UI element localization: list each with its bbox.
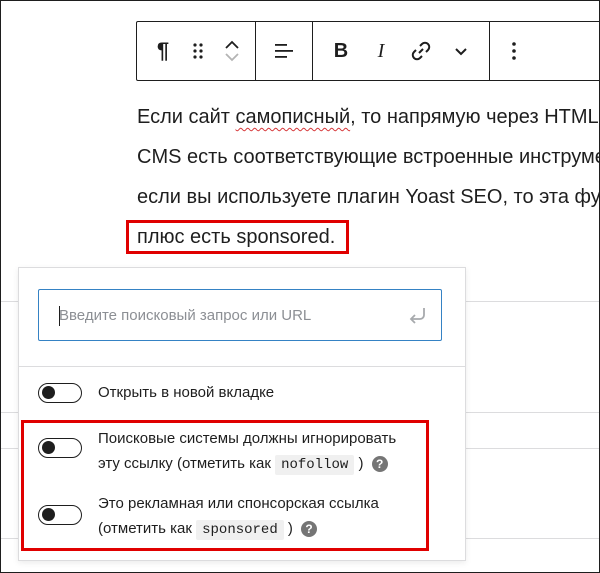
paragraph-text: , то напрямую через HTML. В	[350, 106, 600, 128]
move-down-icon[interactable]	[224, 51, 240, 63]
popover-divider	[19, 366, 465, 367]
paragraph-line-1: Если сайт самописный, то напрямую через …	[137, 97, 600, 137]
drag-handle-icon	[193, 43, 203, 59]
submit-link-button[interactable]	[405, 304, 431, 328]
chevron-down-icon	[455, 48, 467, 56]
editor-frame: ¶ B I Если сайт самописный, то напрямую …	[0, 0, 600, 573]
paragraph-block-button[interactable]: ¶	[143, 27, 183, 75]
block-toolbar: ¶ B I	[136, 21, 599, 81]
toolbar-group-options	[490, 22, 538, 80]
options-button[interactable]	[494, 27, 534, 75]
bold-icon: B	[333, 39, 349, 62]
italic-button[interactable]: I	[361, 27, 401, 75]
text-caret	[59, 306, 60, 326]
toolbar-group-format: B I	[313, 22, 490, 80]
move-buttons	[213, 27, 251, 75]
new-tab-label: Открыть в новой вкладке	[98, 384, 275, 401]
italic-icon: I	[377, 39, 385, 62]
paragraph-line-2: CMS есть соответствующие встроенные инст…	[137, 146, 600, 168]
toolbar-group-align	[256, 22, 313, 80]
align-left-icon	[275, 44, 293, 58]
paragraph-text: Если сайт	[137, 106, 236, 128]
link-search-input[interactable]	[39, 305, 401, 325]
move-up-icon[interactable]	[224, 39, 240, 51]
vertical-ellipsis-icon	[512, 42, 516, 60]
toolbar-group-block: ¶	[137, 22, 256, 80]
misspelled-word: самописный	[235, 106, 351, 128]
link-button[interactable]	[401, 27, 441, 75]
paragraph-icon: ¶	[156, 38, 170, 63]
new-tab-toggle[interactable]	[38, 383, 82, 403]
drag-handle[interactable]	[183, 27, 213, 75]
highlight-box-link-options	[21, 420, 429, 551]
more-formats-button[interactable]	[441, 27, 481, 75]
enter-icon	[409, 308, 425, 324]
link-search-field	[38, 289, 442, 341]
option-new-tab: Открыть в новой вкладке	[38, 382, 274, 404]
bold-button[interactable]: B	[321, 27, 361, 75]
link-icon	[411, 41, 431, 61]
align-button[interactable]	[264, 27, 304, 75]
paragraph-line-3: если вы используете плагин Yoast SEO, то…	[137, 186, 600, 208]
highlight-box-selected-text	[126, 220, 349, 254]
